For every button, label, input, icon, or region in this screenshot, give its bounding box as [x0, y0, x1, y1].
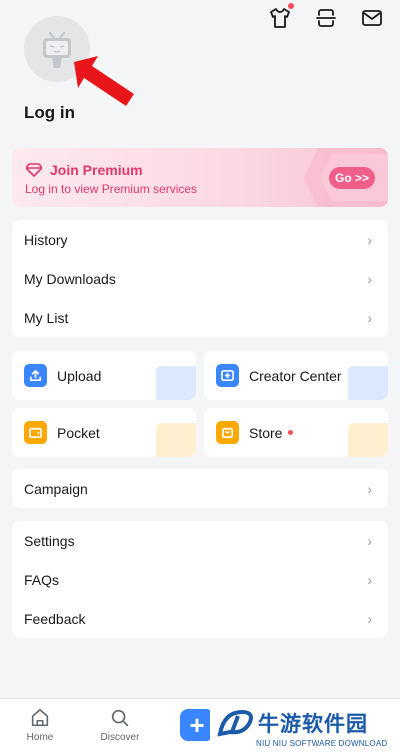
watermark: 牛游软件园 NIU NIU SOFTWARE DOWNLOAD [210, 706, 400, 754]
tile-store[interactable]: Store [204, 408, 388, 457]
premium-title-row: Join Premium [26, 162, 143, 178]
tile-label: Pocket [57, 424, 100, 441]
tile-decoration [156, 423, 196, 457]
chevron-right-icon: › [367, 231, 372, 248]
tile-decoration [348, 423, 388, 457]
menu-item-label: History [24, 231, 68, 248]
mail-icon[interactable] [360, 6, 384, 30]
store-notification-dot [288, 430, 294, 435]
menu-item-my-list[interactable]: My List › [12, 298, 388, 337]
home-icon [31, 708, 49, 727]
nav-discover[interactable]: Discover [90, 707, 150, 743]
tshirt-icon[interactable] [268, 3, 294, 30]
premium-go-button[interactable]: Go >> [329, 167, 375, 189]
shopping-bag-icon [216, 421, 239, 444]
tile-label: Upload [57, 367, 102, 384]
chevron-right-icon: › [367, 270, 372, 287]
menu-group-settings: Settings › FAQs › Feedback › [12, 521, 388, 638]
menu-item-label: My Downloads [24, 270, 116, 287]
tile-upload[interactable]: Upload [12, 351, 196, 400]
menu-item-label: Campaign [24, 480, 88, 497]
premium-subtitle: Log in to view Premium services [25, 182, 198, 196]
creator-center-icon [216, 364, 239, 387]
tile-label: Creator Center [249, 367, 342, 384]
notification-dot [288, 3, 294, 9]
menu-item-label: My List [24, 309, 69, 326]
red-arrow-annotation [74, 56, 134, 106]
watermark-logo [217, 709, 253, 737]
menu-item-settings[interactable]: Settings › [12, 521, 388, 560]
premium-banner[interactable]: Join Premium Log in to view Premium serv… [12, 148, 388, 207]
nav-home[interactable]: Home [10, 707, 70, 743]
diamond-icon [26, 163, 42, 177]
menu-group-campaign: Campaign › [12, 469, 388, 508]
premium-title: Join Premium [50, 162, 143, 178]
chevron-right-icon: › [367, 309, 372, 326]
nav-label: Home [26, 732, 54, 743]
login-label[interactable]: Log in [24, 103, 75, 123]
nav-label: Discover [100, 732, 140, 743]
menu-item-label: Feedback [24, 610, 86, 627]
menu-item-history[interactable]: History › [12, 220, 388, 259]
menu-item-feedback[interactable]: Feedback › [12, 599, 388, 638]
watermark-brand-cn: 牛游软件园 [258, 712, 368, 736]
watermark-brand-en: NIU NIU SOFTWARE DOWNLOAD [256, 739, 388, 748]
menu-item-my-downloads[interactable]: My Downloads › [12, 259, 388, 298]
search-icon [111, 709, 129, 727]
tile-decoration [156, 366, 196, 400]
chevron-right-icon: › [367, 532, 372, 549]
nav-create-button[interactable]: + [180, 709, 214, 741]
scan-icon[interactable] [314, 6, 338, 30]
tile-creator-center[interactable]: Creator Center [204, 351, 388, 400]
upload-icon [24, 364, 47, 387]
chevron-right-icon: › [367, 480, 372, 497]
header-icons [268, 3, 384, 30]
tile-label: Store [249, 424, 283, 441]
menu-item-label: FAQs [24, 571, 60, 588]
tile-decoration [348, 366, 388, 400]
wallet-icon [24, 421, 47, 444]
menu-item-label: Settings [24, 532, 75, 549]
menu-group-library: History › My Downloads › My List › [12, 220, 388, 337]
menu-item-campaign[interactable]: Campaign › [12, 469, 388, 508]
chevron-right-icon: › [367, 571, 372, 588]
chevron-right-icon: › [367, 610, 372, 627]
menu-item-faqs[interactable]: FAQs › [12, 560, 388, 599]
tile-pocket[interactable]: Pocket [12, 408, 196, 457]
